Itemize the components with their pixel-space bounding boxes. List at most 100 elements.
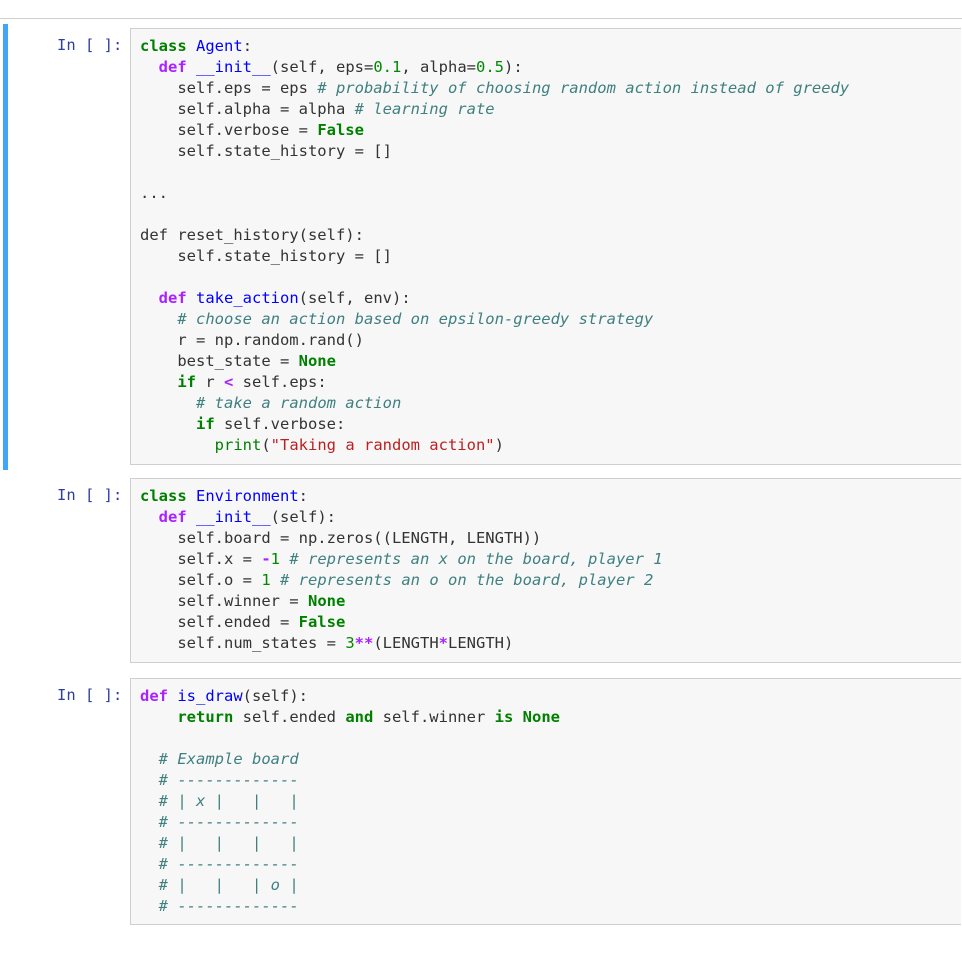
code-token: take_action [196, 289, 299, 307]
code-text: class Agent: def __init__(self, eps=0.1,… [140, 36, 849, 456]
code-line: # | | | o | [140, 875, 560, 896]
code-token: ) [494, 436, 504, 454]
code-token: # | | | | [158, 834, 299, 852]
code-token: (self, eps= [270, 58, 374, 76]
code-line: self.state_history = [] [140, 141, 849, 162]
code-token: # ------------- [158, 813, 299, 831]
code-line: class Environment: [140, 486, 663, 507]
code-token: LENGTH) [448, 634, 514, 652]
cell-input-prompt: In [ ]: [57, 486, 123, 504]
code-line: self.ended = False [140, 612, 663, 633]
code-token: (LENGTH [373, 634, 439, 652]
code-token: self.alpha = alpha [140, 100, 355, 118]
code-line: if self.verbose: [140, 414, 849, 435]
code-token: ... [140, 184, 168, 202]
code-token: class [140, 487, 187, 505]
code-token: __init__ [196, 58, 271, 76]
cell-input-prompt: In [ ]: [57, 36, 123, 54]
code-line: def __init__(self, eps=0.1, alpha=0.5): [140, 57, 849, 78]
code-token: ** [354, 634, 374, 652]
code-line: self.alpha = alpha # learning rate [140, 99, 849, 120]
code-token: and [345, 708, 374, 726]
code-token: "Taking a random action" [270, 436, 495, 454]
code-token: ): [503, 58, 523, 76]
code-line: # choose an action based on epsilon-gree… [140, 309, 849, 330]
code-token: self.num_states = [140, 634, 346, 652]
code-token: def [140, 687, 168, 705]
code-token: # Example board [158, 750, 299, 768]
code-line: self.num_states = 3**(LENGTH*LENGTH) [140, 633, 663, 654]
code-token: 0.5 [475, 58, 504, 76]
code-token: None [307, 592, 346, 610]
code-token: # represents an o on the board, player 2 [280, 571, 654, 589]
cell-input-prompt: In [ ]: [57, 686, 123, 704]
code-editor[interactable]: class Agent: def __init__(self, eps=0.1,… [130, 28, 961, 465]
code-token: Agent [196, 37, 243, 55]
code-token: # ------------- [158, 855, 299, 873]
code-line: # ------------- [140, 854, 560, 875]
code-line: r = np.random.rand() [140, 330, 849, 351]
code-token: self.eps = eps [140, 79, 318, 97]
code-token: 3 [345, 634, 355, 652]
code-token: 0.1 [373, 58, 402, 76]
code-line: # Example board [140, 749, 560, 770]
code-line: self.board = np.zeros((LENGTH, LENGTH)) [140, 528, 663, 549]
code-token: , alpha= [401, 58, 476, 76]
code-line: self.verbose = False [140, 120, 849, 141]
code-token: def [158, 508, 187, 526]
code-token: - [261, 550, 271, 568]
code-editor[interactable]: class Environment: def __init__(self): s… [130, 478, 961, 663]
code-token: # choose an action based on epsilon-gree… [177, 310, 654, 328]
code-line: print("Taking a random action") [140, 435, 849, 456]
code-line: def __init__(self): [140, 507, 663, 528]
code-line: def reset_history(self): [140, 225, 849, 246]
code-token: # learning rate [354, 100, 495, 118]
cell-selection-indicator [3, 24, 8, 470]
code-token: * [438, 634, 448, 652]
code-token: def [158, 58, 187, 76]
code-token: # take a random action [196, 394, 402, 412]
code-cell[interactable]: In [ ]: class Agent: def __init__(self, e… [0, 24, 962, 470]
code-token: if [177, 373, 196, 391]
code-token: print [214, 436, 262, 454]
code-cell[interactable]: In [ ]: class Environment: def __init__(s… [0, 475, 962, 665]
code-token: : [242, 37, 253, 55]
code-line: # | | | | [140, 833, 560, 854]
code-token: # | | | o | [158, 876, 299, 894]
code-token: False [298, 613, 346, 631]
code-token: # ------------- [158, 771, 299, 789]
code-editor[interactable]: def is_draw(self): return self.ended and… [130, 678, 961, 925]
code-token: class [140, 37, 187, 55]
code-token: (self, env): [298, 289, 411, 307]
code-token: r [196, 373, 224, 391]
code-token: ( [261, 436, 271, 454]
code-token: 1 [270, 550, 281, 568]
code-token: self.ended [233, 708, 346, 726]
code-token: None [522, 708, 560, 726]
code-token: r = np.random.rand() [140, 331, 364, 349]
code-line: best_state = None [140, 351, 849, 372]
code-text: class Environment: def __init__(self): s… [140, 486, 663, 654]
code-token: return [177, 708, 234, 726]
code-token: def reset_history(self): [140, 226, 364, 244]
code-line: ... [140, 183, 849, 204]
code-token: # represents an x on the board, player 1 [289, 550, 663, 568]
code-cell[interactable]: In [ ]: def is_draw(self): return self.en… [0, 675, 962, 927]
